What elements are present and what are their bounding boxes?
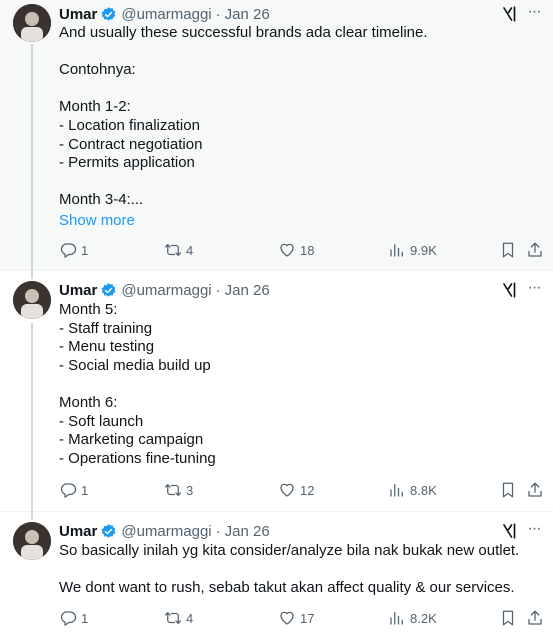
repost-icon <box>164 612 182 624</box>
verified-badge-icon <box>101 282 116 297</box>
grok-icon[interactable] <box>501 281 519 299</box>
show-more-link[interactable]: Show more <box>59 212 135 229</box>
share-button[interactable] <box>526 481 548 499</box>
bookmark-icon <box>502 610 514 626</box>
author-handle[interactable]: @umarmaggi <box>121 523 211 540</box>
like-button[interactable]: 17 <box>278 609 314 627</box>
thread-line <box>31 44 33 271</box>
views-icon <box>390 484 403 497</box>
like-icon <box>280 611 294 625</box>
like-icon <box>280 483 294 497</box>
reply-button[interactable]: 1 <box>59 609 88 627</box>
like-button[interactable]: 12 <box>278 481 314 499</box>
views-button[interactable]: 8.8K <box>388 481 437 499</box>
tweet-header: Umar @umarmaggi · Jan 26 <box>59 521 270 541</box>
grok-icon[interactable] <box>501 522 519 540</box>
repost-icon <box>164 484 182 496</box>
reply-count: 1 <box>81 242 89 258</box>
views-icon <box>390 612 403 625</box>
like-button[interactable]: 18 <box>278 241 314 259</box>
share-icon <box>528 242 542 257</box>
grok-icon[interactable] <box>501 5 519 23</box>
like-count: 18 <box>300 242 315 258</box>
reply-button[interactable]: 1 <box>59 481 88 499</box>
tweet[interactable]: Umar @umarmaggi · Jan 26 ··· And usually… <box>0 0 553 271</box>
views-icon <box>390 244 403 257</box>
share-icon <box>528 610 542 625</box>
like-count: 17 <box>300 610 315 626</box>
author-handle[interactable]: @umarmaggi <box>121 282 211 299</box>
repost-button[interactable]: 4 <box>164 609 193 627</box>
thread-line <box>31 323 33 512</box>
avatar[interactable] <box>13 281 51 319</box>
thread-line <box>31 271 33 279</box>
author-name[interactable]: Umar <box>59 6 97 23</box>
share-button[interactable] <box>526 241 548 259</box>
reply-button[interactable]: 1 <box>59 241 88 259</box>
tweet-date[interactable]: Jan 26 <box>225 523 270 540</box>
reply-count: 1 <box>81 482 89 498</box>
thread-line <box>31 512 33 520</box>
separator-dot: · <box>215 522 221 540</box>
separator-dot: · <box>215 281 221 299</box>
author-name[interactable]: Umar <box>59 282 97 299</box>
share-icon <box>528 482 542 497</box>
like-count: 12 <box>300 482 315 498</box>
views-button[interactable]: 8.2K <box>388 609 437 627</box>
bookmark-button[interactable] <box>499 609 521 627</box>
tweet-actions: 1 4 17 8.2K <box>59 609 543 629</box>
tweet-actions: 1 3 12 8.8K <box>59 481 543 501</box>
verified-badge-icon <box>101 6 116 21</box>
reply-icon <box>60 611 77 626</box>
views-button[interactable]: 9.9K <box>388 241 437 259</box>
views-count: 8.2K <box>410 610 437 626</box>
tweet-text: And usually these successful brands ada … <box>59 24 428 209</box>
share-button[interactable] <box>526 609 548 627</box>
avatar[interactable] <box>13 522 51 560</box>
more-icon[interactable]: ··· <box>525 280 543 300</box>
repost-count: 4 <box>186 242 194 258</box>
repost-count: 4 <box>186 610 194 626</box>
verified-badge-icon <box>101 523 116 538</box>
tweet-header: Umar @umarmaggi · Jan 26 <box>59 4 270 24</box>
author-name[interactable]: Umar <box>59 523 97 540</box>
bookmark-icon <box>502 482 514 498</box>
more-icon[interactable]: ··· <box>525 521 543 541</box>
tweet-text: So basically inilah yg kita consider/ana… <box>59 542 520 597</box>
reply-icon <box>60 243 77 258</box>
tweet-date[interactable]: Jan 26 <box>225 282 270 299</box>
tweet[interactable]: Umar @umarmaggi · Jan 26 ··· Month 5: - … <box>0 271 553 512</box>
separator-dot: · <box>215 5 221 23</box>
repost-button[interactable]: 4 <box>164 241 193 259</box>
tweet-actions: 1 4 18 9.9K <box>59 241 543 261</box>
repost-icon <box>164 244 182 256</box>
tweet[interactable]: Umar @umarmaggi · Jan 26 ··· So basicall… <box>0 512 553 632</box>
tweet-date[interactable]: Jan 26 <box>225 6 270 23</box>
more-icon[interactable]: ··· <box>525 4 543 24</box>
like-icon <box>280 243 294 257</box>
reply-count: 1 <box>81 610 89 626</box>
bookmark-button[interactable] <box>499 241 521 259</box>
tweet-header: Umar @umarmaggi · Jan 26 <box>59 280 270 300</box>
bookmark-button[interactable] <box>499 481 521 499</box>
avatar[interactable] <box>13 4 51 42</box>
views-count: 8.8K <box>410 482 437 498</box>
repost-button[interactable]: 3 <box>164 481 193 499</box>
tweet-text: Month 5: - Staff training - Menu testing… <box>59 301 216 467</box>
reply-icon <box>60 483 77 498</box>
author-handle[interactable]: @umarmaggi <box>121 6 211 23</box>
repost-count: 3 <box>186 482 194 498</box>
bookmark-icon <box>502 242 514 258</box>
views-count: 9.9K <box>410 242 437 258</box>
